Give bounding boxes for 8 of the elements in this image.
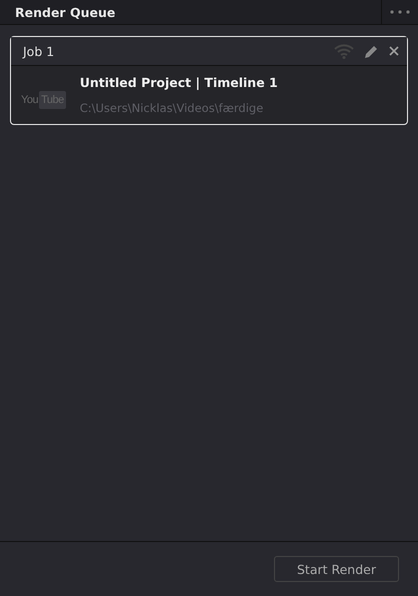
panel-title: Render Queue [14,4,116,20]
job-title: Untitled Project | Timeline 1 [80,75,278,90]
pencil-icon[interactable] [364,44,379,58]
output-path: C:\Users\Nicklas\Videos\færdige [80,101,264,115]
more-icon[interactable] [390,10,410,14]
job-name: Job 1 [23,44,56,58]
start-render-button[interactable]: Start Render [274,556,399,582]
close-icon[interactable] [389,46,399,56]
